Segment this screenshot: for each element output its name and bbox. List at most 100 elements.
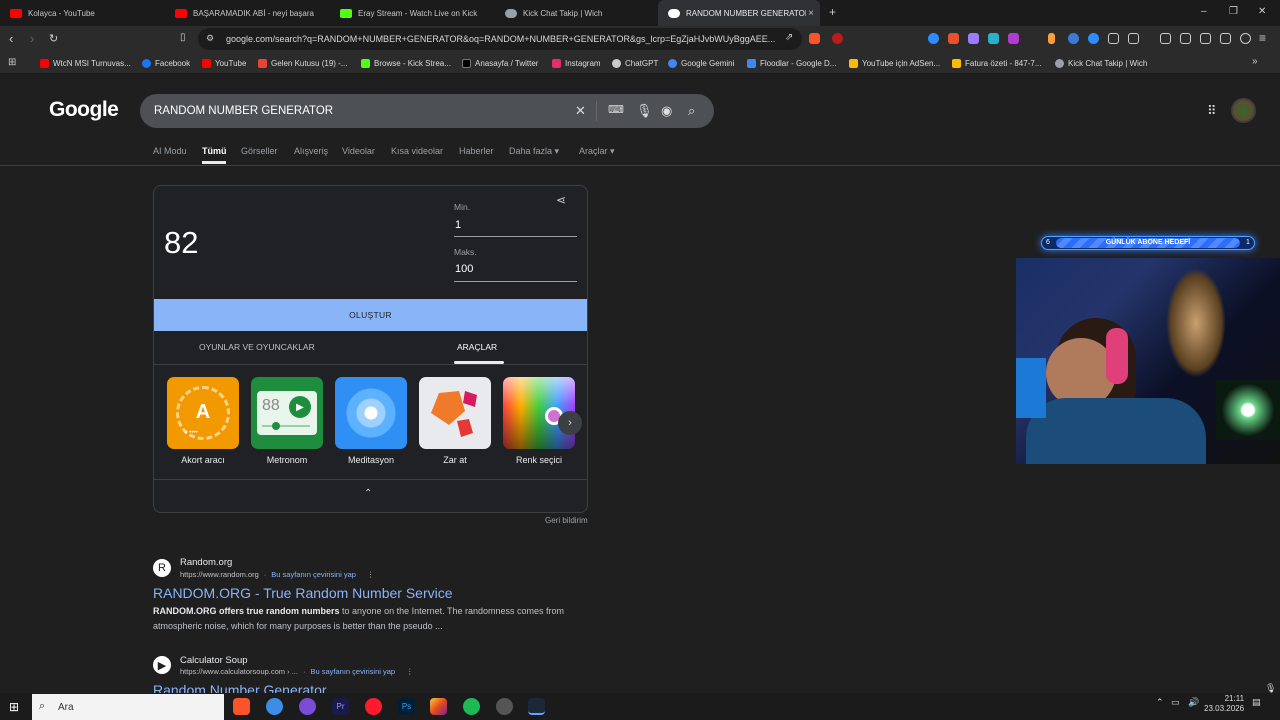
tab-ai-mode[interactable]: AI Modu [153, 146, 187, 156]
minimize-button[interactable]: – [1201, 6, 1207, 17]
keyboard-icon[interactable]: ⌨ [608, 103, 624, 116]
result-site-name[interactable]: Random.org [180, 557, 232, 568]
photoshop-icon[interactable]: Ps [398, 698, 415, 715]
microphone-icon[interactable]: 🎙 [636, 103, 653, 119]
bookmark-item[interactable]: Fatura özeti - 847-7... [952, 56, 1041, 70]
tab-tools-widget[interactable]: ARAÇLAR [457, 342, 497, 352]
forward-icon[interactable]: › [30, 31, 34, 46]
metronome-tool[interactable]: 88 ▶ [251, 377, 323, 449]
tab-eray-stream[interactable]: Eray Stream - Watch Live on Kick [330, 0, 495, 26]
extension-icon[interactable] [928, 33, 939, 44]
more-bookmarks-button[interactable]: » [1252, 56, 1258, 67]
tab-all[interactable]: Tümü [202, 146, 227, 156]
more-options-icon[interactable]: ⋮ [367, 570, 375, 579]
feedback-link[interactable]: Geri bildirim [545, 516, 588, 525]
result-title-link[interactable]: Random Number Generator [153, 682, 327, 693]
vpn-icon[interactable] [1240, 33, 1251, 44]
bookmark-item[interactable]: Facebook [142, 56, 190, 70]
result-title-link[interactable]: RANDOM.ORG - True Random Number Service [153, 585, 453, 601]
apps-grid-icon[interactable]: ⊞ [8, 57, 16, 68]
tab-games-and-toys[interactable]: OYUNLAR VE OYUNCAKLAR [199, 342, 315, 352]
bookmark-item[interactable]: Floodlar - Google D... [747, 56, 836, 70]
reload-icon[interactable]: ↻ [49, 32, 58, 45]
bookmark-item[interactable]: Browse - Kick Strea... [361, 56, 451, 70]
volume-icon[interactable]: 🔊 [1188, 697, 1199, 708]
notifications-icon[interactable]: ▤ [1252, 697, 1261, 708]
tab-images[interactable]: Görseller [241, 146, 278, 156]
extension-icon[interactable] [1008, 33, 1019, 44]
app-icon[interactable] [266, 698, 283, 715]
close-window-button[interactable]: ✕ [1258, 6, 1266, 17]
app-icon[interactable] [430, 698, 447, 715]
site-info-icon[interactable]: ⚙ [206, 33, 214, 44]
bookmark-icon[interactable]: ▯ [180, 32, 186, 43]
maximize-button[interactable]: ❐ [1229, 6, 1238, 17]
bookmark-item[interactable]: Google Gemini [668, 56, 734, 70]
tab-shopping[interactable]: Alışveriş [294, 146, 328, 156]
share-icon[interactable]: ⇗ [785, 32, 793, 43]
windows-start-icon[interactable]: ⊞ [9, 700, 19, 714]
brave-rewards-icon[interactable] [832, 33, 843, 44]
meditation-tool[interactable] [335, 377, 407, 449]
brave-shield-icon[interactable] [809, 33, 820, 44]
result-site-name[interactable]: Calculator Soup [180, 655, 248, 666]
bookmark-item[interactable]: Instagram [552, 56, 601, 70]
tuner-tool[interactable]: A ● •••• [167, 377, 239, 449]
bookmark-item[interactable]: YouTube [202, 56, 246, 70]
generate-button[interactable]: OLUŞTUR [154, 299, 587, 331]
google-apps-icon[interactable]: ⠿ [1207, 103, 1217, 119]
search-input[interactable]: RANDOM NUMBER GENERATOR [140, 94, 714, 128]
google-logo[interactable]: Google [49, 98, 119, 122]
share-icon[interactable]: ⋖ [556, 193, 566, 207]
close-tab-icon[interactable]: × [808, 8, 814, 19]
bookmark-item[interactable]: Kick Chat Takip | Wich [1055, 56, 1147, 70]
max-input[interactable]: 100 [455, 263, 473, 275]
bookmark-item[interactable]: Anasayfa / Twitter [462, 56, 538, 70]
clock[interactable]: 21:11 23.03.2026 [1204, 694, 1244, 714]
extension-icon[interactable] [1048, 33, 1055, 44]
tab-more[interactable]: Daha fazla ▾ [509, 146, 559, 157]
discord-icon[interactable] [299, 698, 316, 715]
bookmark-item[interactable]: WtcN MSI Turnuvas... [40, 56, 131, 70]
taskbar-search[interactable]: Ara [32, 694, 224, 720]
translate-link[interactable]: Bu sayfanın çevirisini yap [310, 667, 395, 676]
microphone-icon[interactable]: 🎙 [1265, 683, 1276, 694]
menu-icon[interactable]: ≡ [1259, 31, 1266, 45]
extension-icon[interactable] [988, 33, 999, 44]
collapse-chevron-icon[interactable]: ⌃ [364, 488, 372, 499]
more-options-icon[interactable]: ⋮ [406, 667, 414, 676]
bookmark-item[interactable]: ChatGPT [612, 56, 658, 70]
new-tab-button[interactable]: + [829, 5, 836, 19]
min-input[interactable]: 1 [455, 219, 461, 231]
search-icon[interactable]: ⌕ [688, 103, 695, 119]
tab-short-videos[interactable]: Kısa videolar [391, 146, 443, 156]
network-icon[interactable]: ▭ [1171, 697, 1180, 708]
brave-icon[interactable] [233, 698, 250, 715]
music-icon[interactable] [1160, 33, 1171, 44]
extension-icon[interactable] [948, 33, 959, 44]
bookmark-item[interactable]: YouTube için AdSen... [849, 56, 940, 70]
sidebar-icon[interactable] [1180, 33, 1191, 44]
bookmark-item[interactable]: Gelen Kutusu (19) -... [258, 56, 347, 70]
tab-kolayca[interactable]: Kolayca - YouTube [0, 0, 165, 26]
translate-link[interactable]: Bu sayfanın çevirisini yap [271, 570, 356, 579]
avatar[interactable] [1231, 98, 1256, 123]
tab-tools[interactable]: Araçlar ▾ [579, 146, 615, 157]
extension-icon[interactable] [1088, 33, 1099, 44]
dice-roll-tool[interactable] [419, 377, 491, 449]
tray-overflow-icon[interactable]: ⌃ [1156, 697, 1164, 708]
clear-search-icon[interactable]: ✕ [575, 103, 586, 119]
extension-icon[interactable] [968, 33, 979, 44]
lens-camera-icon[interactable]: ◉ [661, 103, 672, 119]
tab-random-number-generator[interactable]: RANDOM NUMBER GENERATOR × [658, 0, 820, 26]
tab-videos[interactable]: Videolar [342, 146, 375, 156]
url-field[interactable]: google.com/search?q=RANDOM+NUMBER+GENERA… [198, 28, 802, 50]
back-icon[interactable]: ‹ [9, 31, 13, 46]
premiere-icon[interactable]: Pr [332, 698, 349, 715]
scroll-right-button[interactable]: › [558, 411, 582, 435]
tab-basaramadik[interactable]: BAŞARAMADIK ABİ - neyi başara [165, 0, 330, 26]
tab-news[interactable]: Haberler [459, 146, 494, 156]
leo-icon[interactable] [1220, 33, 1231, 44]
extension-icon[interactable] [1128, 33, 1139, 44]
tab-kick-chat[interactable]: Kick Chat Takip | Wich [495, 0, 660, 26]
